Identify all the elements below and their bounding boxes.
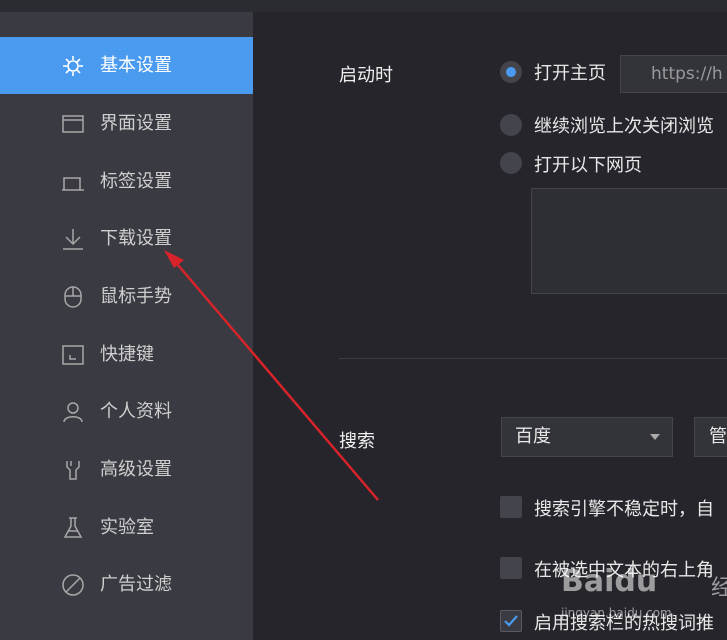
search-engine-value: 百度 xyxy=(515,426,551,447)
watermark-suffix: 经验 xyxy=(711,576,727,601)
baidu-jingyan-watermark: Baidu 经验 jingyan.baidu.com xyxy=(561,564,727,620)
mouse-icon xyxy=(61,285,85,309)
sidebar-item-shortcuts[interactable]: 快捷键 xyxy=(0,326,253,383)
sidebar-item-label: 个人资料 xyxy=(100,401,172,422)
search-fallback-label[interactable]: 搜索引擎不稳定时，自 xyxy=(534,495,714,521)
sidebar-item-label: 鼠标手势 xyxy=(100,286,172,307)
settings-sidebar: 基本设置 界面设置 标签设置 下载设置 鼠标手势 快捷键 个人资料 高级设置 实… xyxy=(0,12,253,640)
window-icon xyxy=(61,112,85,136)
startup-option-continue-label[interactable]: 继续浏览上次关闭浏览 xyxy=(534,112,714,138)
wrench-icon xyxy=(61,458,85,482)
keyboard-icon xyxy=(61,343,85,367)
search-section-label: 搜索 xyxy=(339,431,375,452)
settings-content: 启动时 打开主页 https://h 继续浏览上次关闭浏览 打开以下网页 搜索 … xyxy=(253,12,727,640)
tab-icon xyxy=(61,170,85,194)
user-icon xyxy=(61,400,85,424)
sidebar-item-advanced-settings[interactable]: 高级设置 xyxy=(0,441,253,498)
window-top-strip xyxy=(0,0,727,12)
chevron-down-icon xyxy=(650,434,660,440)
sidebar-item-label: 快捷键 xyxy=(100,344,154,365)
checkmark-icon xyxy=(504,615,518,627)
sidebar-item-label: 下载设置 xyxy=(100,228,172,249)
sidebar-item-download-settings[interactable]: 下载设置 xyxy=(0,210,253,267)
watermark-site: jingyan.baidu.com xyxy=(561,606,672,620)
sidebar-item-ui-settings[interactable]: 界面设置 xyxy=(0,95,253,152)
download-icon xyxy=(61,227,85,251)
sidebar-item-label: 高级设置 xyxy=(100,459,172,480)
sidebar-item-label: 基本设置 xyxy=(100,55,172,76)
sidebar-item-mouse-gestures[interactable]: 鼠标手势 xyxy=(0,268,253,325)
section-divider xyxy=(339,358,727,359)
baidu-logo: Baidu xyxy=(561,564,658,599)
startup-option-pages-label[interactable]: 打开以下网页 xyxy=(534,151,642,177)
startup-pages-list[interactable] xyxy=(531,188,727,294)
search-fallback-checkbox[interactable] xyxy=(500,496,522,518)
startup-option-continue-radio[interactable] xyxy=(500,114,522,136)
search-engine-select[interactable]: 百度 xyxy=(501,417,673,457)
block-icon xyxy=(61,573,85,597)
sidebar-item-profile[interactable]: 个人资料 xyxy=(0,383,253,440)
hot-search-suggestions-checkbox[interactable] xyxy=(500,610,522,632)
sidebar-item-label: 实验室 xyxy=(100,517,154,538)
sidebar-item-label: 广告过滤 xyxy=(100,574,172,595)
gear-icon xyxy=(61,54,85,78)
homepage-url-input[interactable]: https://h xyxy=(620,55,727,93)
sidebar-item-label: 界面设置 xyxy=(100,113,172,134)
startup-option-homepage-radio[interactable] xyxy=(500,61,522,83)
startup-option-homepage-label[interactable]: 打开主页 xyxy=(534,59,606,85)
startup-option-pages-radio[interactable] xyxy=(500,152,522,174)
sidebar-item-label: 标签设置 xyxy=(100,171,172,192)
sidebar-item-tab-settings[interactable]: 标签设置 xyxy=(0,153,253,210)
flask-icon xyxy=(61,516,85,540)
sidebar-item-lab[interactable]: 实验室 xyxy=(0,499,253,556)
sidebar-item-basic-settings[interactable]: 基本设置 xyxy=(0,37,253,94)
selected-text-search-checkbox[interactable] xyxy=(500,557,522,579)
manage-search-engines-button[interactable]: 管 xyxy=(694,417,727,457)
sidebar-item-ad-filter[interactable]: 广告过滤 xyxy=(0,556,253,613)
startup-section-label: 启动时 xyxy=(339,65,393,86)
